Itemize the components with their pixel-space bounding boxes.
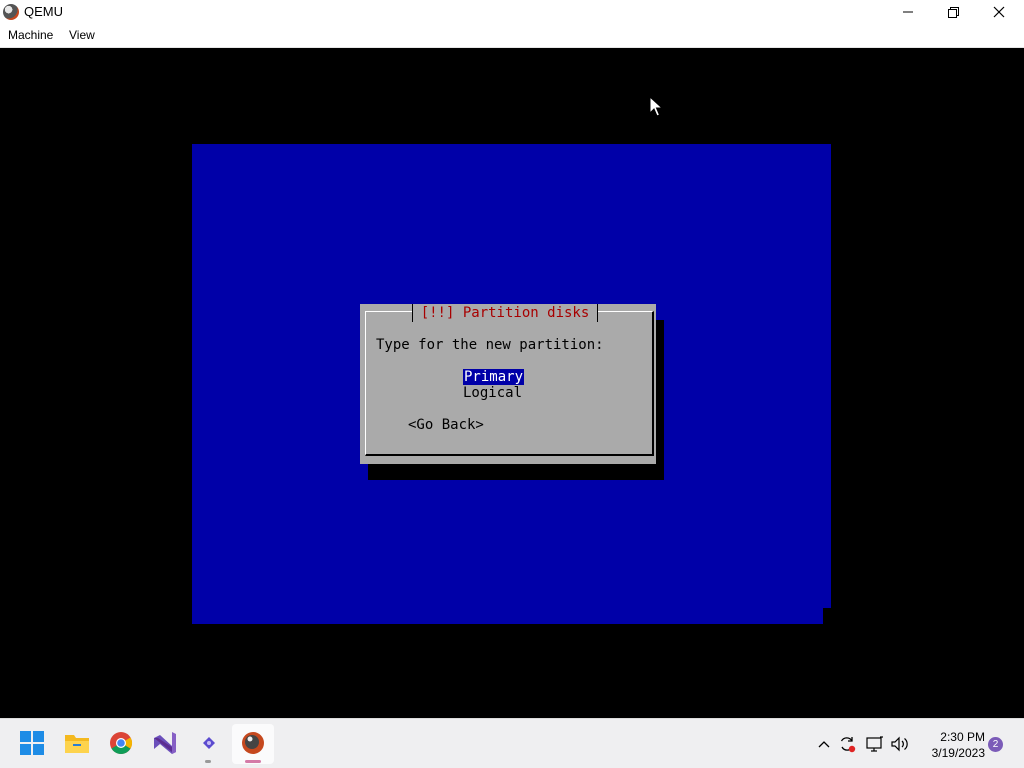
start-button[interactable] (18, 729, 46, 757)
menu-bar: Machine View (0, 24, 1024, 48)
sync-icon (840, 737, 856, 753)
title-bar: QEMU (0, 0, 1024, 24)
mouse-cursor-icon (649, 96, 663, 117)
volume-tray-button[interactable] (891, 735, 909, 753)
volume-icon (891, 736, 908, 752)
chrome-icon (110, 732, 132, 754)
active-indicator (245, 760, 261, 763)
qemu-icon (242, 732, 264, 754)
show-hidden-icons-button[interactable] (815, 735, 833, 753)
screen-notch (823, 608, 831, 624)
notification-badge[interactable]: 2 (988, 737, 1003, 752)
taskbar: 2:30 PM 3/19/2023 2 (0, 718, 1024, 768)
partition-dialog: [!!] Partition disks Type for the new pa… (360, 304, 656, 464)
menu-machine[interactable]: Machine (8, 28, 53, 42)
restore-button[interactable] (930, 0, 976, 24)
app-icon (203, 737, 215, 749)
close-icon (993, 6, 1005, 18)
running-indicator (205, 760, 211, 763)
clock-time: 2:30 PM (940, 730, 985, 744)
minimize-icon (903, 11, 913, 13)
system-clock[interactable]: 2:30 PM 3/19/2023 (915, 729, 985, 761)
network-icon (866, 736, 883, 752)
visual-studio-icon (154, 732, 176, 754)
app-button[interactable] (195, 729, 223, 757)
chevron-up-icon (818, 741, 830, 748)
start-icon (20, 731, 44, 755)
sync-tray-button[interactable] (838, 735, 856, 753)
chrome-button[interactable] (107, 729, 135, 757)
dialog-title: [!!] Partition disks (412, 304, 598, 322)
option-primary[interactable]: Primary (463, 369, 525, 385)
network-tray-button[interactable] (866, 735, 884, 753)
qemu-icon (3, 4, 19, 20)
close-button[interactable] (976, 0, 1022, 24)
option-logical[interactable]: Logical (463, 385, 522, 401)
file-explorer-button[interactable] (63, 729, 91, 757)
menu-view[interactable]: View (69, 28, 95, 42)
clock-date: 3/19/2023 (931, 746, 985, 760)
minimize-button[interactable] (885, 0, 931, 24)
qemu-taskbar-button[interactable] (239, 729, 267, 757)
maximize-icon (947, 6, 959, 18)
visual-studio-button[interactable] (151, 729, 179, 757)
file-explorer-icon (65, 735, 89, 753)
window-title: QEMU (24, 4, 63, 19)
go-back-button[interactable]: <Go Back> (408, 417, 484, 433)
dialog-prompt: Type for the new partition: (376, 337, 604, 353)
